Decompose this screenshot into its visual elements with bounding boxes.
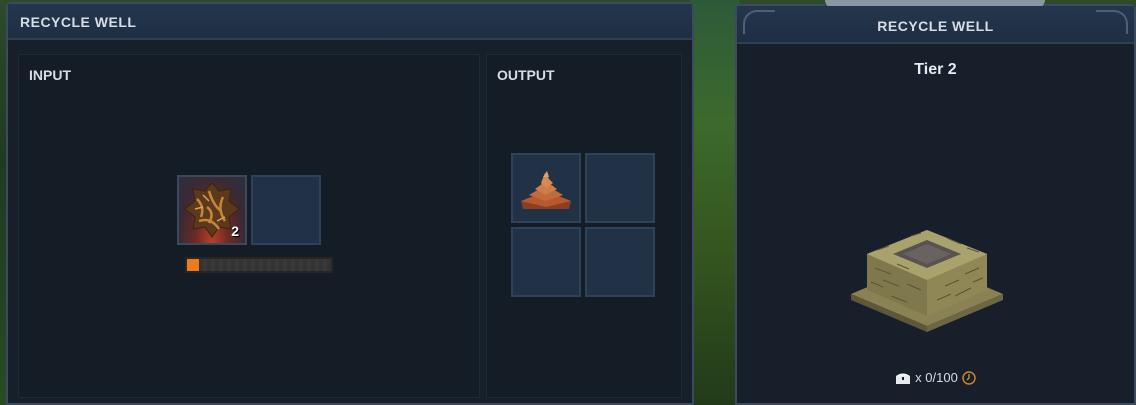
panel-header: RECYCLE WELL: [8, 4, 692, 40]
info-panel-header: RECYCLE WELL: [737, 6, 1134, 44]
input-section: INPUT 2: [18, 54, 480, 398]
item-quantity: 2: [231, 223, 239, 239]
clock-icon[interactable]: [962, 370, 976, 385]
progress-fill: [187, 259, 199, 271]
panel-title: RECYCLE WELL: [20, 14, 137, 30]
info-panel-title: RECYCLE WELL: [877, 18, 994, 34]
clay-pile-icon: [521, 171, 571, 209]
recycle-well-info-panel: RECYCLE WELL Tier 2 x 0/100: [735, 0, 1136, 405]
chest-icon: [896, 373, 911, 384]
recycle-well-icon: [851, 230, 1003, 332]
output-slot-2[interactable]: [585, 153, 655, 223]
capacity-row: x 0/100: [737, 370, 1134, 388]
output-slot-4[interactable]: [585, 227, 655, 297]
output-section: OUTPUT: [486, 54, 682, 398]
recycle-progress-bar: [185, 257, 333, 273]
input-slot-1[interactable]: 2: [177, 175, 247, 245]
input-label: INPUT: [29, 67, 71, 83]
output-slot-3[interactable]: [511, 227, 581, 297]
progress-track: [187, 259, 331, 271]
input-slot-2[interactable]: [251, 175, 321, 245]
output-label: OUTPUT: [497, 67, 555, 83]
background-terrain: [690, 0, 740, 405]
recycle-well-panel: RECYCLE WELL INPUT 2 OUTPUT: [6, 2, 694, 405]
output-slot-1[interactable]: [511, 153, 581, 223]
tier-label: Tier 2: [914, 61, 957, 78]
capacity-text: x 0/100: [915, 370, 958, 385]
